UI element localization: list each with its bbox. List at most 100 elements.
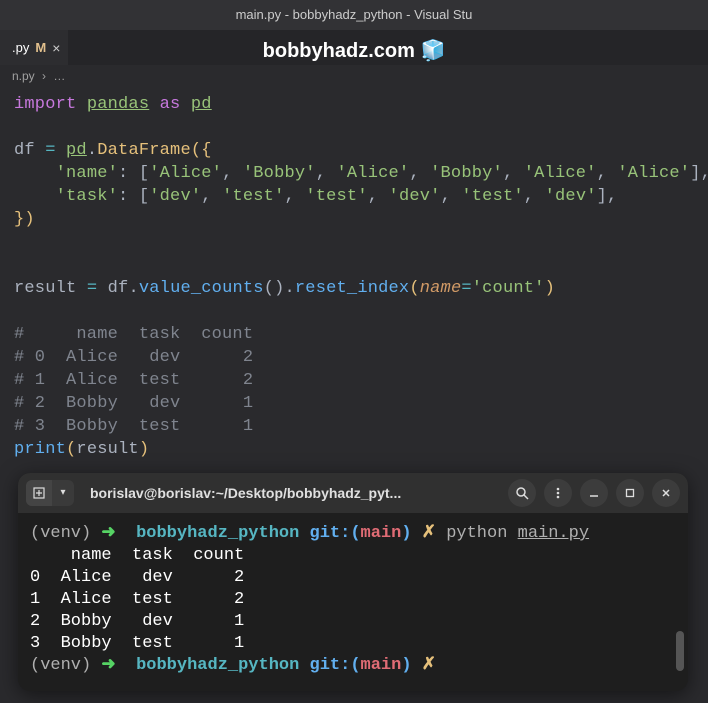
git-dirty-icon: ✗ <box>422 656 436 675</box>
scrollbar-thumb[interactable] <box>676 631 684 671</box>
venv-label: (venv) <box>30 656 91 675</box>
module-pandas: pandas <box>87 95 149 114</box>
fn-print: print <box>14 440 66 459</box>
prompt-arrow-icon: ➜ <box>101 656 115 675</box>
dot: . <box>128 279 138 298</box>
git-label: git:( <box>310 656 361 675</box>
fn-value-counts: value_counts <box>139 279 264 298</box>
menu-button[interactable] <box>544 479 572 507</box>
op-eq: = <box>45 141 55 160</box>
search-button[interactable] <box>508 479 536 507</box>
var-df: df <box>14 141 35 160</box>
str: 'Alice' <box>337 164 410 183</box>
minimize-button[interactable] <box>580 479 608 507</box>
op-eq: = <box>87 279 97 298</box>
tab-modified-indicator: M <box>35 40 46 55</box>
ref-df: df <box>108 279 129 298</box>
comment-line: # 0 Alice dev 2 <box>14 348 253 367</box>
code-editor[interactable]: import pandas as pd df = pd.DataFrame({ … <box>0 87 708 467</box>
str: 'Bobby' <box>430 164 503 183</box>
op-eq: = <box>461 279 471 298</box>
str: 'Alice' <box>617 164 690 183</box>
terminal-header: ▾ borislav@borislav:~/Desktop/bobbyhadz_… <box>18 473 688 513</box>
terminal-body[interactable]: (venv) ➜ bobbyhadz_python git:(main) ✗ p… <box>18 513 688 691</box>
param-name: name <box>420 279 462 298</box>
watermark-text: bobbyhadz.com <box>263 40 415 62</box>
breadcrumb[interactable]: n.py › … <box>0 65 708 87</box>
output-row: 3 Bobby test 1 <box>30 634 244 653</box>
minimize-icon <box>588 487 600 499</box>
str: 'dev' <box>389 187 441 206</box>
str: 'Alice' <box>149 164 222 183</box>
str: 'test' <box>461 187 523 206</box>
comma: , <box>222 164 243 183</box>
window-title: main.py - bobbyhadz_python - Visual Stu <box>0 0 708 30</box>
output-row: 2 Bobby dev 1 <box>30 612 244 631</box>
watermark-brand: bobbyhadz.com 🧊 <box>263 38 446 63</box>
str: 'Alice' <box>524 164 597 183</box>
terminal-title: borislav@borislav:~/Desktop/bobbyhadz_py… <box>82 485 500 501</box>
bracket-open: ({ <box>191 141 212 160</box>
prompt-arrow-icon: ➜ <box>101 524 115 543</box>
tab-main-py[interactable]: .py M × <box>0 30 68 65</box>
maximize-button[interactable] <box>616 479 644 507</box>
comma: , <box>285 187 306 206</box>
comma: , <box>201 187 222 206</box>
str: 'dev' <box>149 187 201 206</box>
git-close: ) <box>401 524 411 543</box>
comma: , <box>316 164 337 183</box>
comment-line: # 3 Bobby test 1 <box>14 417 253 436</box>
list-end: ], <box>690 164 708 183</box>
paren-open: ( <box>66 440 76 459</box>
terminal-tab-controls: ▾ <box>26 480 74 506</box>
str: 'Bobby' <box>243 164 316 183</box>
indent <box>14 164 56 183</box>
arg-result: result <box>76 440 138 459</box>
str-count: 'count' <box>472 279 545 298</box>
git-branch: main <box>361 524 402 543</box>
key-task: 'task' <box>56 187 118 206</box>
tab-filename: .py <box>12 40 29 55</box>
cls-dataframe: DataFrame <box>97 141 191 160</box>
fn-reset-index: reset_index <box>295 279 409 298</box>
breadcrumb-file: n.py <box>12 69 35 83</box>
cmd-python: python <box>446 524 507 543</box>
breadcrumb-more: … <box>53 69 65 83</box>
ref-pd: pd <box>66 141 87 160</box>
paren-open: ( <box>409 279 419 298</box>
prompt-dir: bobbyhadz_python <box>136 656 299 675</box>
list-end: ], <box>597 187 618 206</box>
new-tab-button[interactable] <box>26 480 52 506</box>
kebab-icon <box>551 486 565 500</box>
comma: , <box>409 164 430 183</box>
search-icon <box>515 486 529 500</box>
plus-box-icon <box>33 487 45 499</box>
git-label: git:( <box>310 524 361 543</box>
tab-close-icon[interactable]: × <box>52 40 60 56</box>
comma: , <box>441 187 462 206</box>
key-name: 'name' <box>56 164 118 183</box>
colon: : [ <box>118 187 149 206</box>
paren-close: ) <box>545 279 555 298</box>
output-row: 0 Alice dev 2 <box>30 568 244 587</box>
colon: : [ <box>118 164 149 183</box>
str: 'dev' <box>545 187 597 206</box>
parens: (). <box>264 279 295 298</box>
comment-line: # 1 Alice test 2 <box>14 371 253 390</box>
close-icon <box>660 487 672 499</box>
str: 'test' <box>222 187 284 206</box>
kw-as: as <box>160 95 181 114</box>
tab-dropdown-button[interactable]: ▾ <box>52 480 74 506</box>
paren-close: ) <box>139 440 149 459</box>
close-button[interactable] <box>652 479 680 507</box>
cmd-file: main.py <box>518 524 589 543</box>
prompt-dir: bobbyhadz_python <box>136 524 299 543</box>
comment-line: # 2 Bobby dev 1 <box>14 394 253 413</box>
git-branch: main <box>361 656 402 675</box>
var-result: result <box>14 279 76 298</box>
comma: , <box>524 187 545 206</box>
dot: . <box>87 141 97 160</box>
venv-label: (venv) <box>30 524 91 543</box>
git-close: ) <box>401 656 411 675</box>
comma: , <box>368 187 389 206</box>
